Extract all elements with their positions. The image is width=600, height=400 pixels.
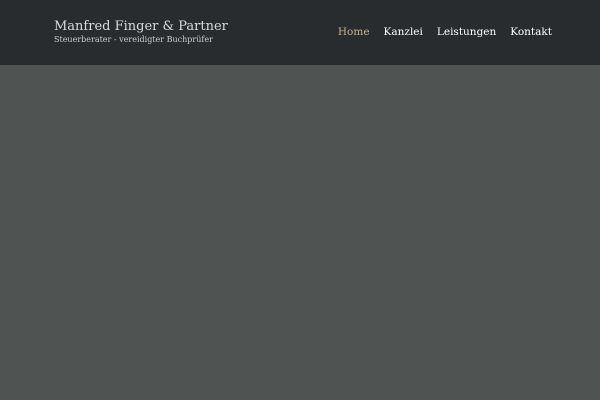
site-logo-link[interactable]: Manfred Finger & Partner Steuerberater -…: [54, 19, 228, 45]
site-title: Manfred Finger & Partner: [54, 19, 228, 34]
nav-item-kanzlei[interactable]: Kanzlei: [384, 25, 423, 39]
site-subtitle: Steuerberater - vereidigter Buchprüfer: [54, 35, 213, 44]
nav-item-kontakt[interactable]: Kontakt: [510, 25, 552, 39]
main-content-area: [0, 65, 600, 400]
main-navigation: Home Kanzlei Leistungen Kontakt: [338, 25, 552, 39]
nav-item-home[interactable]: Home: [338, 25, 370, 39]
site-header: Manfred Finger & Partner Steuerberater -…: [0, 0, 600, 65]
nav-item-leistungen[interactable]: Leistungen: [437, 25, 496, 39]
